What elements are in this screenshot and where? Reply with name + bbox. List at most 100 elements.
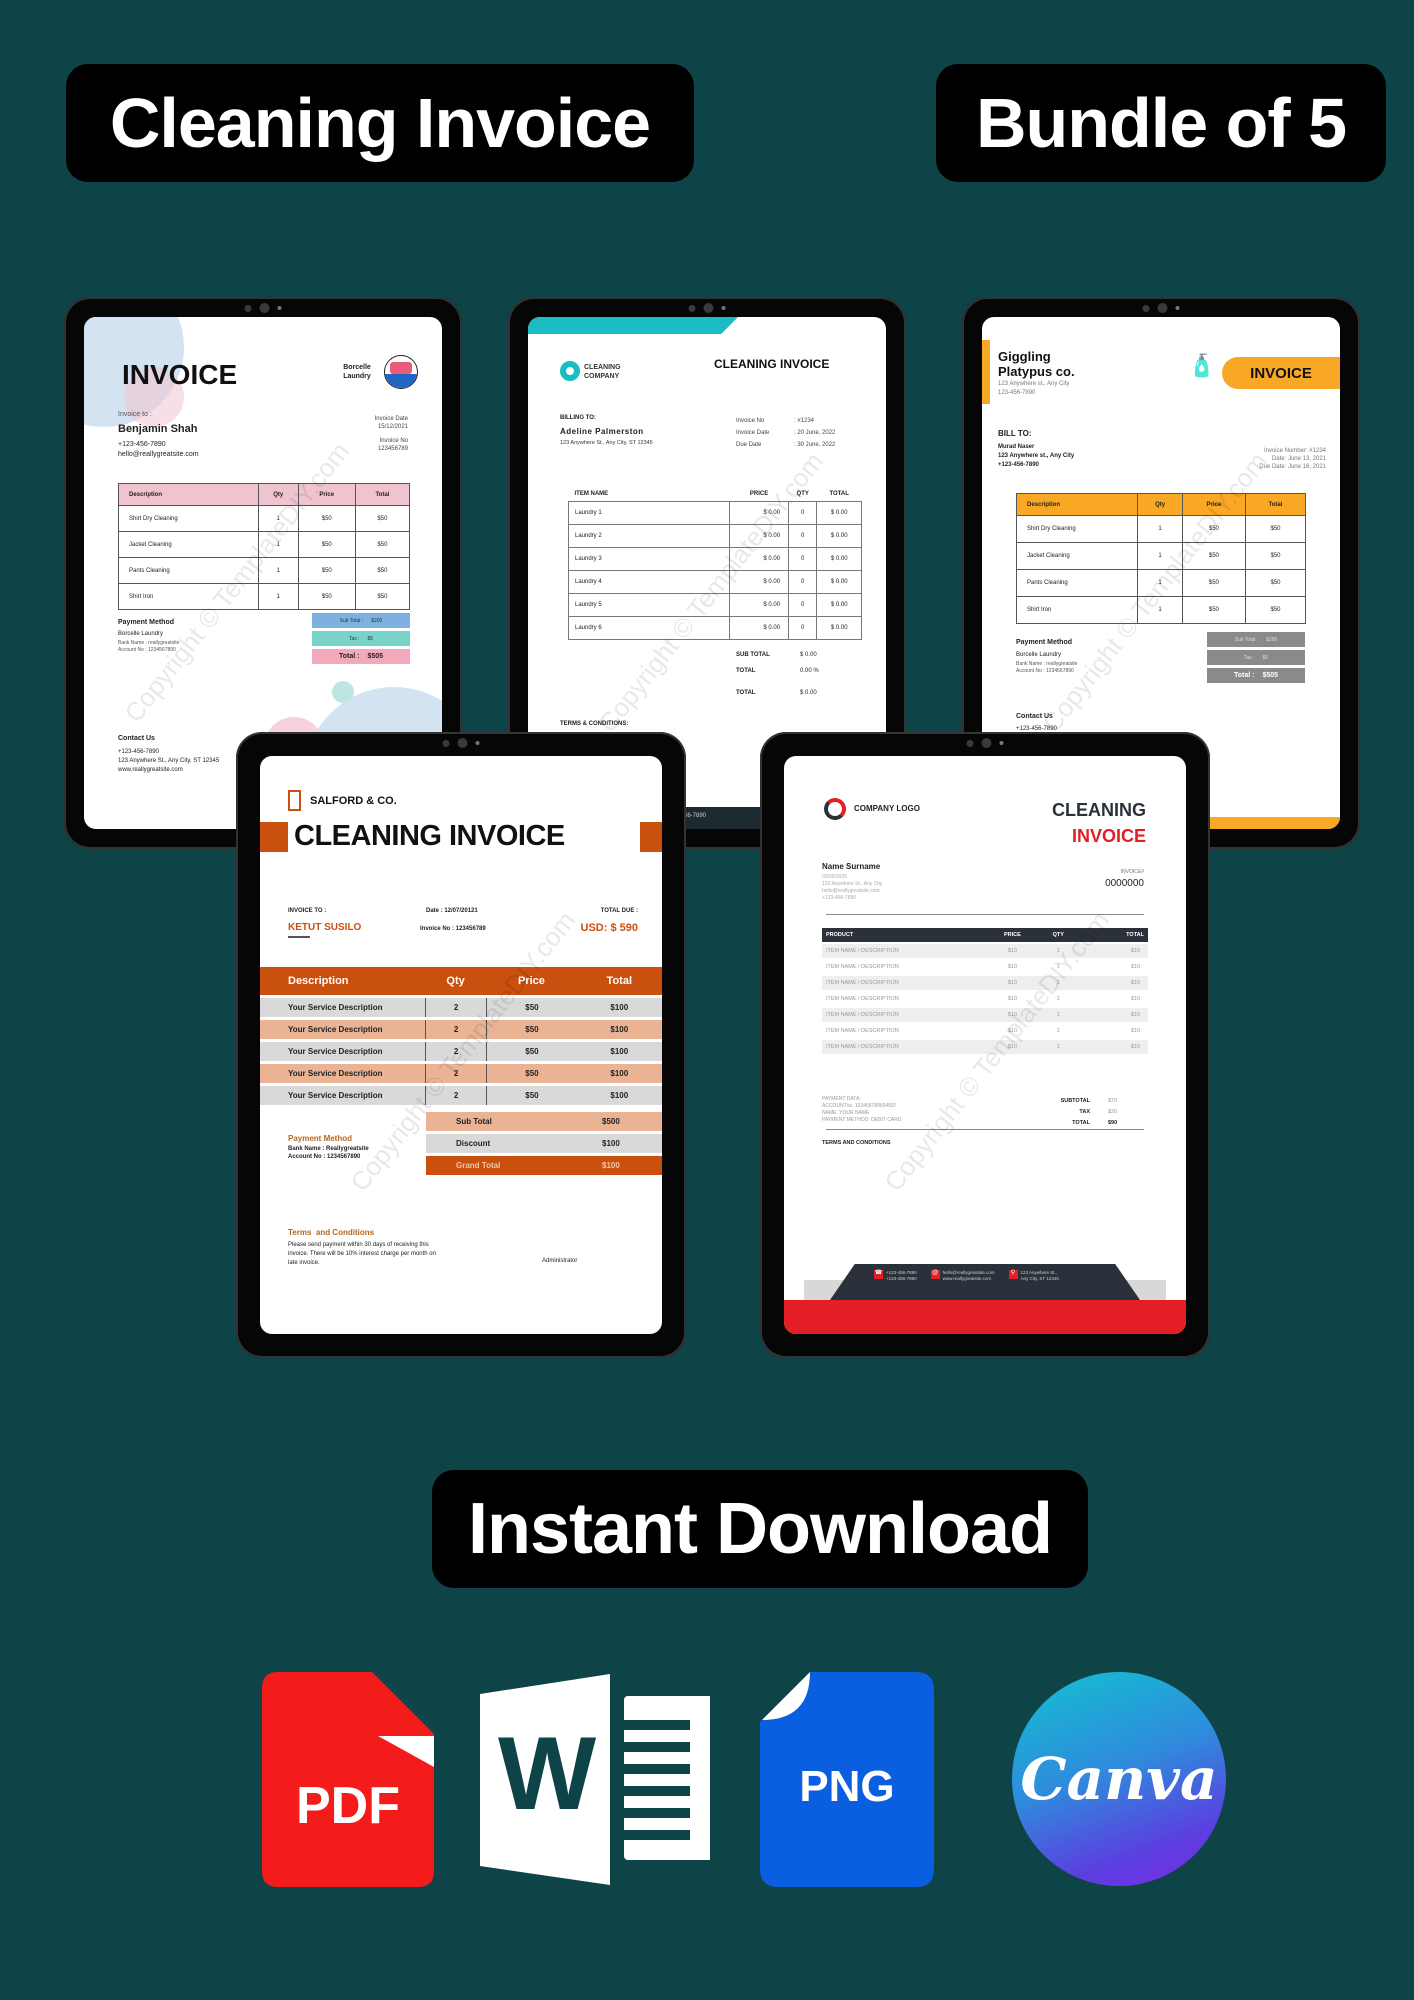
subtotal-row: Sub Total : $200 [312, 613, 410, 628]
table-row: Jacket Cleaning 1 $50 $50 [118, 531, 411, 558]
table-cell: $10 [1130, 1012, 1140, 1018]
total-row: Total : $505 [1207, 668, 1305, 683]
col-header: TOTAL [829, 490, 849, 497]
col-header: Description [288, 975, 349, 987]
table-cell: Your Service Description [288, 1003, 383, 1012]
table-row: Laundry 1 $ 0.00 0 $ 0.00 [567, 500, 862, 525]
table-row: Laundry 3 $ 0.00 0 $ 0.00 [567, 546, 862, 571]
due-date: Due Date: June 16, 2021 [1259, 464, 1326, 470]
totals-value: $ 0.00 [800, 690, 817, 696]
client-name: Adeline Palmerston [560, 427, 644, 436]
table-cell: ITEM NAME / DESCRIPTION [826, 964, 899, 970]
table-row: Jacket Cleaning 1 $50 $50 [1015, 542, 1307, 570]
table-cell: Pants Cleaning [118, 557, 259, 584]
table-cell: $ 0.00 [816, 546, 862, 571]
camera-icon [966, 738, 1004, 748]
table-cell: $50 [1181, 542, 1246, 570]
table-cell: Laundry 3 [567, 546, 731, 571]
subtotal-row: Sub Total : $200 [1207, 632, 1305, 647]
payment-company: Borcelle Laundry [118, 631, 164, 637]
client-phone: +123-456-7890 [998, 462, 1039, 468]
table-cell: $10 [1130, 996, 1140, 1002]
table-cell: 1 [1056, 1028, 1060, 1034]
totals-row: TOTAL $90 [1044, 1118, 1117, 1129]
bank-name: Bank Name : reallygreatsite [1016, 661, 1078, 667]
table-cell: 1 [1056, 980, 1060, 986]
payment-line: NAME: YOUR NAME [822, 1110, 870, 1116]
invoice-no: 123456789 [377, 446, 408, 452]
png-label: PNG [799, 1762, 895, 1811]
tax-row: Tax : $5 [1207, 650, 1305, 665]
invoice-number: Invoice Number: #1234 [1263, 448, 1326, 454]
table-row: ITEM NAME / DESCRIPTION $10 1 $10 [822, 976, 1148, 990]
table-cell: $10 [1130, 1028, 1140, 1034]
table-cell: $ 0.00 [729, 500, 790, 525]
line-items-table: Description Qty Price Total Shirt Dry Cl… [1015, 493, 1307, 624]
table-cell: Your Service Description [288, 1025, 383, 1034]
col-header: TOTAL [1126, 932, 1144, 938]
invoice-meta-row: Invoice No: #1234 [736, 415, 835, 427]
meta-value: : 20 June, 2022 [794, 430, 836, 436]
canva-logo: Canva [1012, 1672, 1226, 1886]
company-name: SALFORD & CO. [310, 795, 397, 807]
table-cell: Laundry 2 [567, 523, 731, 548]
table-cell: $10 [1007, 996, 1018, 1002]
table-cell: 1 [1137, 542, 1183, 570]
company-line1: Giggling [998, 349, 1051, 364]
totals-row: TAX $20 [1044, 1107, 1117, 1118]
table-cell: Jacket Cleaning [118, 531, 259, 558]
table-row: Your Service Description 2 $50 $100 [260, 1064, 662, 1083]
meta-label: Invoice Date [736, 430, 770, 436]
invoice-date: Date: June 13, 2021 [1271, 456, 1326, 462]
total-due-label: TOTAL DUE : [600, 908, 638, 914]
table-cell: ITEM NAME / DESCRIPTION [826, 1044, 899, 1050]
grand-total-row: Grand Total $100 [426, 1156, 662, 1175]
payment-company: Borcelle Laundry [1016, 652, 1062, 658]
table-cell: $10 [1007, 980, 1018, 986]
table-cell: 1 [257, 583, 299, 610]
table-cell: $10 [1007, 1044, 1018, 1050]
payment-line: ACCOUNT№: 123456789654597 [822, 1103, 897, 1109]
client-address: 123 Anywhere st., Any City [998, 453, 1075, 459]
table-cell: $50 [297, 583, 356, 610]
invoice-heading: CLEANING INVOICE [714, 357, 830, 371]
table-cell: $100 [610, 1025, 629, 1034]
table-cell: $50 [486, 1042, 576, 1061]
payment-method-label: Payment Method [118, 619, 175, 626]
table-cell: $ 0.00 [816, 523, 862, 548]
table-row: Pants Cleaning 1 $50 $50 [118, 557, 411, 584]
table-cell: 2 [424, 1042, 487, 1061]
table-cell: $10 [1130, 948, 1140, 954]
table-cell: Your Service Description [288, 1091, 383, 1100]
totals-value: 0.00 % [800, 668, 819, 674]
invoice-to-label: Invoice to : [118, 411, 152, 418]
client-name: Name Surname [822, 862, 881, 871]
table-row: Shirt Dry Cleaning 1 $50 $50 [118, 505, 411, 532]
totals-row: TOTAL 0.00 % [736, 663, 819, 679]
discount-row: Discount $100 [426, 1134, 662, 1153]
table-cell: 1 [257, 531, 299, 558]
table-cell: $50 [297, 505, 356, 532]
client-name: KETUT SUSILO [288, 922, 362, 933]
contact-label: Contact Us [118, 735, 155, 742]
table-cell: $ 0.00 [816, 500, 862, 525]
meta-value: : #1234 [794, 418, 815, 424]
bank-name: Bank Name : Reallygreatsite [288, 1146, 369, 1152]
col-header: Qty [257, 483, 299, 506]
bank-name: Bank Name : reallygreatsite [118, 640, 180, 646]
cleaning-supplies-icon: 🧴 [1188, 353, 1216, 378]
col-header: Price [517, 975, 545, 987]
table-cell: $50 [354, 505, 411, 532]
totals-label: SUB TOTAL [736, 652, 770, 658]
table-cell: $ 0.00 [729, 546, 790, 571]
table-row: Your Service Description 2 $50 $100 [260, 1020, 662, 1039]
col-header: Total [354, 483, 411, 506]
signature: Administrator [542, 1258, 578, 1264]
totals-row: SUBTOTAL $70 [1044, 1096, 1118, 1107]
table-row: ITEM NAME / DESCRIPTION $10 1 $10 [822, 1024, 1148, 1038]
totals-label: TAX [1079, 1109, 1090, 1115]
table-cell: Shirt Dry Cleaning [1015, 515, 1139, 543]
pdf-label: PDF [296, 1777, 400, 1835]
table-cell: Shirt Iron [118, 583, 259, 610]
table-cell: $50 [297, 557, 356, 584]
